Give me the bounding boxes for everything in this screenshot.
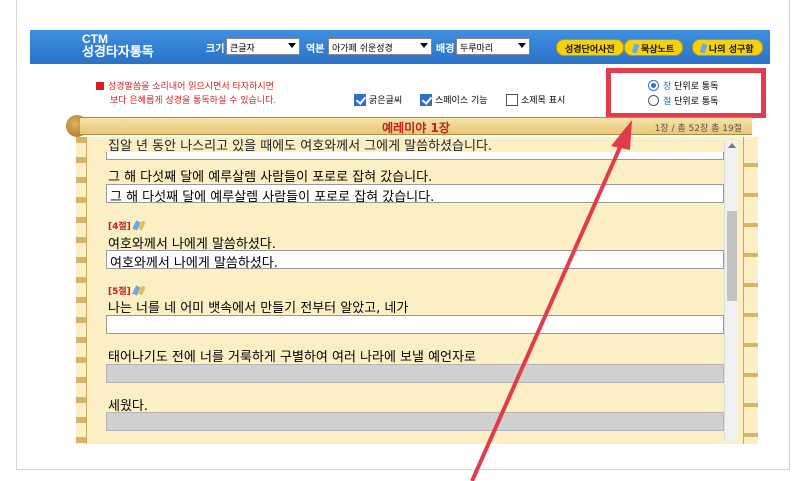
arrow-shaft	[470, 144, 623, 481]
arrow-head-icon	[611, 120, 632, 150]
annotation-arrow	[470, 120, 632, 481]
